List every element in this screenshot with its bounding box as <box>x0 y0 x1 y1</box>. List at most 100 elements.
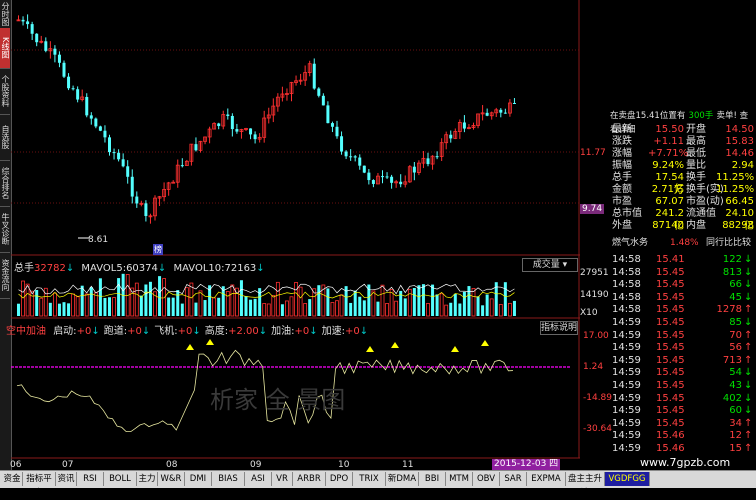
volume-bar <box>217 297 221 316</box>
left-tab-4[interactable]: 综合排名 <box>0 160 10 207</box>
candle-body <box>312 63 316 89</box>
candle-body <box>21 19 25 22</box>
candle-body <box>503 112 507 114</box>
volume-bar <box>362 300 366 316</box>
indicator-item-4: 加油:+0↓ <box>271 326 318 337</box>
indicator-help-button[interactable]: 指标说明 <box>540 321 578 335</box>
tab-5[interactable]: 主力 <box>137 472 158 486</box>
left-tab-3[interactable]: 自选股 <box>0 114 10 161</box>
volume-bar <box>62 302 66 316</box>
candle-body <box>371 180 375 184</box>
signal-triangle <box>391 342 399 348</box>
volume-bar <box>403 298 407 316</box>
tick-row-11: 14:59 15.45 402 ↓ <box>612 392 753 404</box>
candle-body <box>317 88 321 96</box>
volume-bar <box>17 303 20 316</box>
volume-bar <box>476 296 480 316</box>
tick-row-3: 14:58 15.45 45 ↓ <box>612 291 753 303</box>
volume-bar <box>489 298 494 317</box>
indicator-item-0: 启动:+0↓ <box>53 326 100 337</box>
site-watermark: www.7gpzb.com <box>640 456 731 469</box>
tab-11[interactable]: ARBR <box>293 472 326 486</box>
volume-indicator-dropdown[interactable]: 成交量 ▾ <box>522 258 578 272</box>
time-axis-label: 07 <box>62 460 74 470</box>
signal-triangle <box>366 346 374 352</box>
tab-3[interactable]: RSI <box>77 472 104 486</box>
candle-body <box>67 76 71 89</box>
tab-2[interactable]: 资讯 <box>56 472 77 486</box>
volume-bar <box>244 296 248 316</box>
volume-bar <box>471 288 476 317</box>
candle-body <box>180 165 184 167</box>
vol-axis-3: X10 <box>580 308 598 318</box>
tick-row-5: 14:59 15.45 85 ↓ <box>612 317 753 328</box>
volume-bar <box>134 282 139 317</box>
event-marker[interactable]: 榜 <box>153 244 163 255</box>
tab-12[interactable]: DPO <box>326 472 353 486</box>
tab-4[interactable]: BOLL <box>104 472 137 486</box>
volume-bar <box>512 300 516 316</box>
tab-19[interactable]: EXPMA <box>527 472 566 486</box>
indicator-item-1: 跑道:+0↓ <box>103 326 151 337</box>
tab-0[interactable]: 资金 <box>2 472 23 486</box>
volume-bar <box>262 303 267 317</box>
candle-body <box>98 126 102 131</box>
volume-bar <box>89 287 93 316</box>
volume-bar <box>462 291 466 316</box>
candle-body <box>217 123 221 127</box>
volume-bar <box>203 300 207 316</box>
volume-bar <box>225 291 230 317</box>
tab-7[interactable]: DMI <box>185 472 212 486</box>
left-tab-5[interactable]: 牛叉诊断 <box>0 206 10 253</box>
volume-bar <box>98 278 102 316</box>
candle-body <box>62 62 66 77</box>
candle-body <box>44 41 48 51</box>
tab-17[interactable]: OBV <box>473 472 500 486</box>
time-axis-label: 11 <box>402 460 414 470</box>
tab-20[interactable]: 盘主主升波 <box>566 472 605 498</box>
tab-18[interactable]: SAR <box>500 472 527 486</box>
vol-ma5-line <box>18 283 515 295</box>
volume-bar <box>371 290 376 317</box>
volume-bar <box>294 282 298 317</box>
candle-body <box>194 144 198 151</box>
tab-9[interactable]: ASI <box>245 472 272 486</box>
candle-body <box>71 88 75 90</box>
candle-body <box>85 96 89 116</box>
volume-header: 总手32782↓ MAVOL5:60374↓ MAVOL10:72163↓ <box>14 263 265 274</box>
candle-body <box>485 112 489 116</box>
low-price-label: 8.61 <box>88 235 109 245</box>
volume-bar <box>171 297 175 316</box>
volume-bar <box>349 302 353 316</box>
volume-bar <box>21 280 25 317</box>
signal-triangle <box>206 339 214 345</box>
tab-15[interactable]: BBI <box>419 472 446 486</box>
tick-row-7: 14:59 15.45 56 ↑ <box>612 342 753 354</box>
tab-16[interactable]: MTM <box>446 472 473 486</box>
tab-21[interactable]: VGDFGG <box>605 472 650 486</box>
volume-bar <box>275 281 280 317</box>
volume-bar <box>57 303 61 316</box>
tab-14[interactable]: 新DMA <box>386 472 419 486</box>
candle-body <box>103 130 107 138</box>
left-tab-6[interactable]: 资金流向 <box>0 252 10 299</box>
volume-bar <box>449 302 453 316</box>
tab-13[interactable]: TRIX <box>353 472 386 486</box>
price-axis-label-1: 11.77 <box>580 148 606 158</box>
volume-bar <box>308 299 312 316</box>
tab-1[interactable]: 指标平台 <box>23 472 56 498</box>
quote-row-8: 外盘 87140 内盘 88298 <box>612 220 754 231</box>
tab-10[interactable]: VR <box>272 472 293 486</box>
volume-bar <box>330 302 335 317</box>
left-tab-0[interactable]: 分时图 <box>0 0 10 29</box>
candle-body <box>462 122 466 129</box>
tab-6[interactable]: W&R <box>158 472 185 486</box>
left-tab-1[interactable]: K线图 <box>0 28 10 69</box>
tick-row-1: 14:58 15.45 813 ↓ <box>612 266 753 278</box>
candle-body <box>144 203 148 217</box>
candle-body <box>390 176 394 183</box>
date-badge: 2015-12-03 四 <box>492 459 561 470</box>
tick-row-9: 14:59 15.45 54 ↓ <box>612 367 753 379</box>
left-tab-2[interactable]: 个股资料 <box>0 68 10 115</box>
tab-8[interactable]: BIAS <box>212 472 245 486</box>
